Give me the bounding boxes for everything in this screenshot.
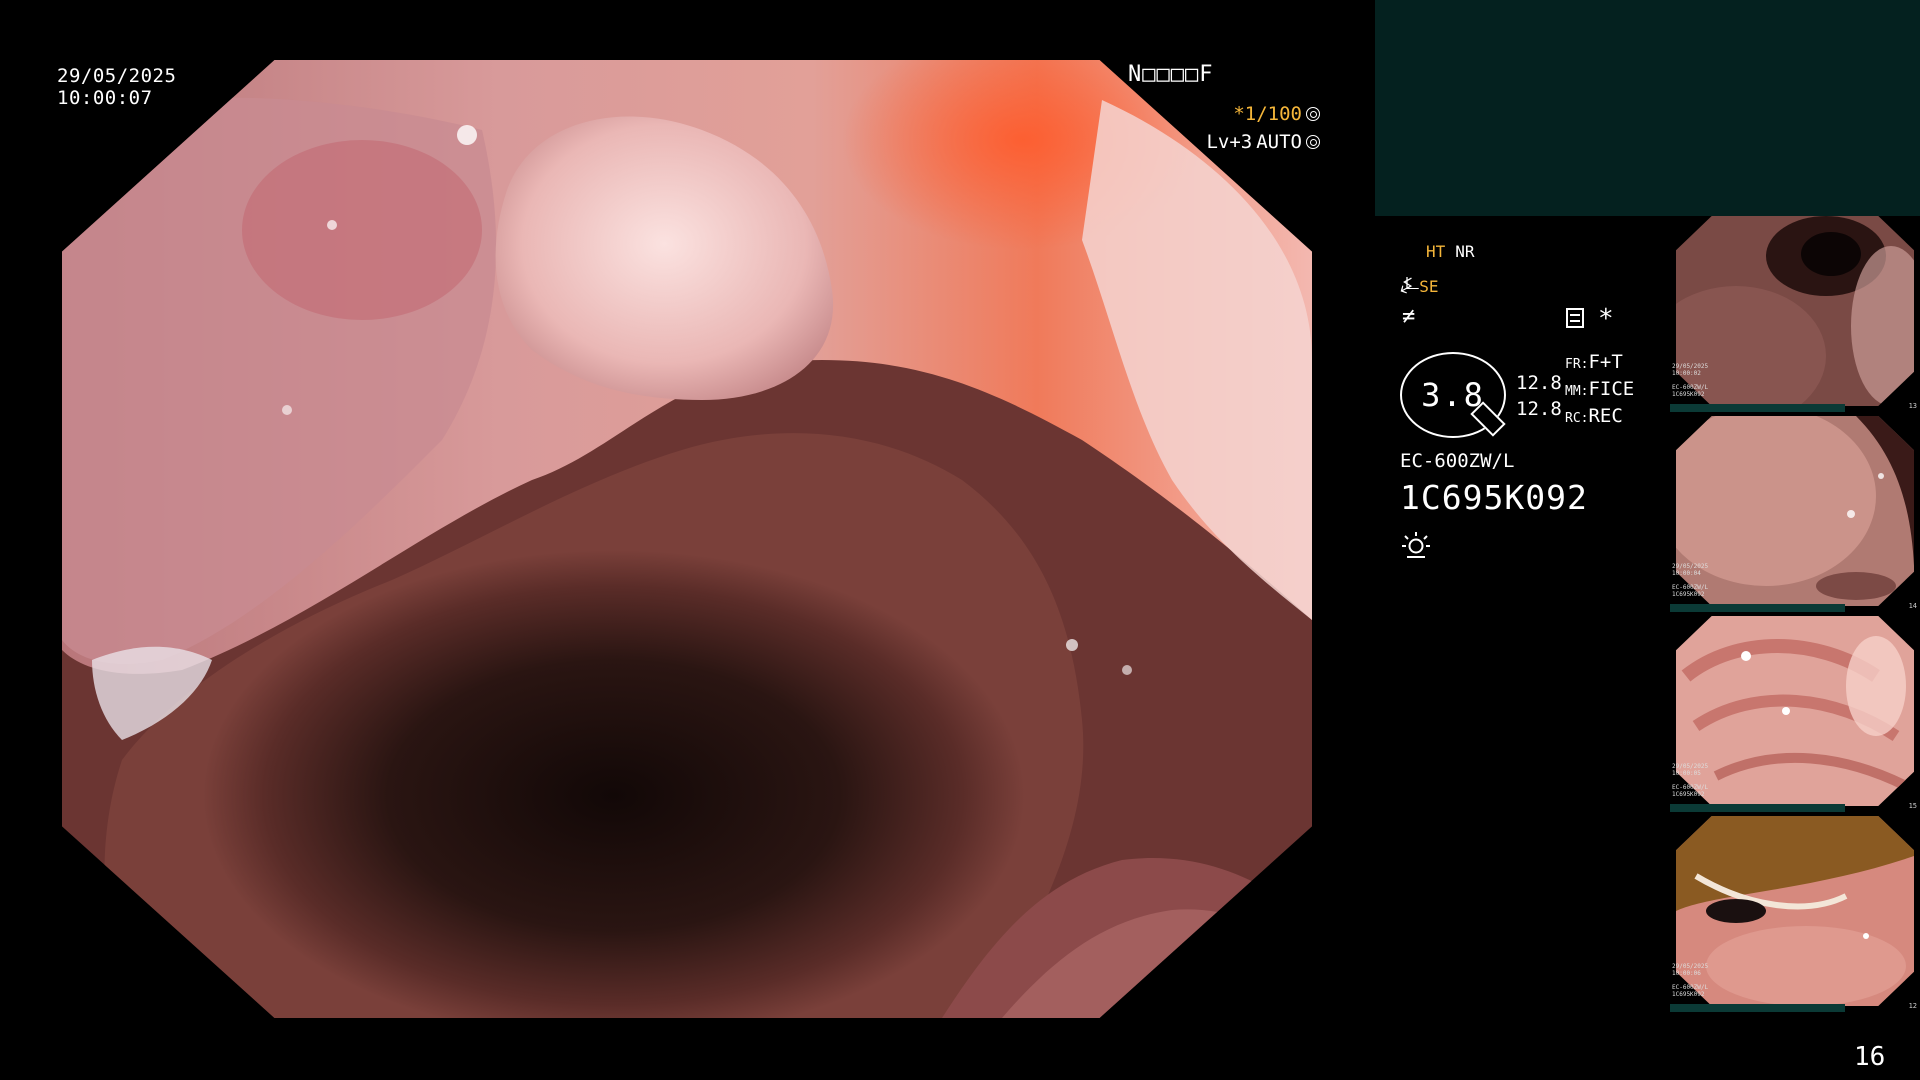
param-fr-value: F+T	[1588, 351, 1623, 373]
param-rc-key: RC:	[1565, 411, 1589, 426]
level-label: Lv+3	[1206, 131, 1253, 153]
thumbnail-2-index: 14	[1908, 602, 1917, 610]
thumbnail-3-index: 15	[1908, 802, 1917, 810]
mode-se: SE	[1419, 277, 1439, 296]
scope-serial: 1C695K092	[1400, 478, 1588, 517]
param-mm-value: FICE	[1588, 378, 1635, 400]
image-counter: 16	[1854, 1042, 1886, 1072]
mode-line-1: HT NR	[1426, 242, 1475, 261]
thumbnail-3-bar	[1670, 804, 1845, 812]
thumbnail-4-image	[1676, 816, 1914, 1006]
param-mm: MM:FICE	[1565, 377, 1634, 404]
iris-icon	[1306, 107, 1320, 121]
thumbnail-3[interactable]: 29/05/2025 10:00:05 EC-600ZW/L 1C695K092…	[1670, 616, 1920, 812]
mode-line-3: ≠	[1402, 304, 1415, 329]
measurement-values: 12.8 12.8	[1516, 370, 1562, 422]
colon-lumen-image	[62, 60, 1312, 1018]
thumbnail-3-image	[1676, 616, 1914, 806]
status-code: N□□□□F	[1128, 62, 1214, 87]
mode-nr: NR	[1455, 242, 1475, 261]
thumbnail-4[interactable]: 29/05/2025 10:00:06 EC-600ZW/L 1C695K092…	[1670, 816, 1920, 1012]
thumbnail-2-bar	[1670, 604, 1845, 612]
thumbnail-2-image	[1676, 416, 1914, 606]
f-icon: ≠	[1402, 304, 1416, 329]
scope-model: EC-600ZW/L	[1400, 450, 1515, 472]
time-label: 10:00:07	[57, 87, 153, 109]
thumbnail-4-caption: 29/05/2025 10:00:06 EC-600ZW/L 1C695K092	[1672, 963, 1709, 998]
se-prefix-icon: ⍼	[1400, 273, 1420, 298]
datetime-overlay: 29/05/2025 10:00:07	[57, 65, 176, 109]
thumbnail-2[interactable]: 29/05/2025 10:00:04 EC-600ZW/L 1C695K092…	[1670, 416, 1920, 612]
shutter-speed: *1/100	[1233, 103, 1302, 125]
asterisk-indicator: *	[1598, 304, 1614, 334]
thumbnail-1-index: 13	[1908, 402, 1917, 410]
param-rc: RC:REC	[1565, 404, 1634, 431]
param-fr-key: FR:	[1565, 357, 1589, 372]
thumbnail-3-caption: 29/05/2025 10:00:05 EC-600ZW/L 1C695K092	[1672, 763, 1709, 798]
thumbnail-4-index: 12	[1908, 1002, 1917, 1010]
mode-ht: HT	[1426, 242, 1446, 261]
measurement-value-2: 12.8	[1516, 398, 1562, 420]
thumbnail-2-caption: 29/05/2025 10:00:04 EC-600ZW/L 1C695K092	[1672, 563, 1709, 598]
param-rc-value: REC	[1588, 405, 1623, 427]
thumbnail-1-caption: 29/05/2025 10:00:02 EC-600ZW/L 1C695K092	[1672, 363, 1709, 398]
param-fr: FR:F+T	[1565, 350, 1634, 377]
measurement-value-1: 12.8	[1516, 372, 1562, 394]
info-header-box	[1375, 0, 1920, 216]
auto-label: AUTO	[1256, 131, 1302, 153]
memo-icon	[1566, 308, 1584, 328]
exposure-settings: *1/100 Lv+3 AUTO	[1206, 100, 1320, 156]
date-label: 29/05/2025	[57, 65, 177, 87]
mode-line-2: ⍼SE	[1400, 273, 1438, 298]
endoscope-main-view	[62, 60, 1312, 1018]
thumbnail-strip: 29/05/2025 10:00:02 EC-600ZW/L 1C695K092…	[1670, 216, 1920, 1016]
endoscopy-screen: 29/05/2025 10:00:07 N□□□□F *1/100 Lv+3 A…	[0, 0, 1920, 1080]
light-source-icon	[1402, 532, 1430, 558]
auto-iris-icon	[1306, 135, 1320, 149]
capture-params: FR:F+T MM:FICE RC:REC	[1565, 350, 1634, 431]
thumbnail-1-bar	[1670, 404, 1845, 412]
param-mm-key: MM:	[1565, 384, 1589, 399]
thumbnail-1-image	[1676, 216, 1914, 406]
thumbnail-1[interactable]: 29/05/2025 10:00:02 EC-600ZW/L 1C695K092…	[1670, 216, 1920, 412]
thumbnail-4-bar	[1670, 1004, 1845, 1012]
